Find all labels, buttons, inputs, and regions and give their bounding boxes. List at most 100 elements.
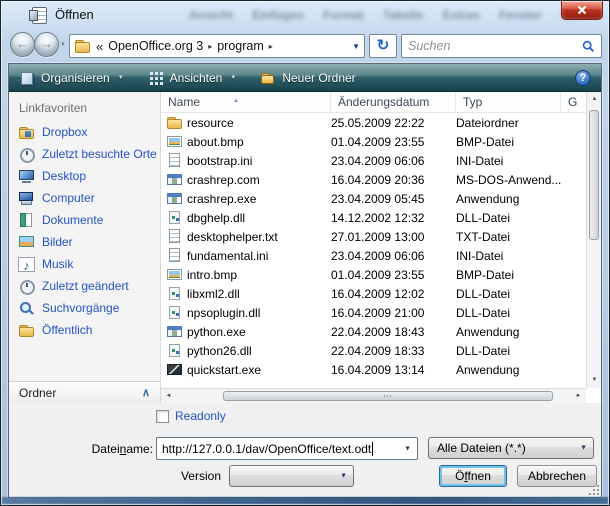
horizontal-scrollbar[interactable]: ◄ ► (161, 388, 586, 403)
file-name: resource (187, 116, 331, 130)
column-header-type[interactable]: Typ (456, 92, 561, 112)
file-date: 16.04.2009 20:36 (331, 173, 456, 187)
file-type: BMP-Datei (456, 135, 561, 149)
pictures-icon (18, 234, 35, 251)
file-date: 01.04.2009 23:55 (331, 135, 456, 149)
horizontal-scroll-thumb[interactable] (223, 391, 553, 401)
chevron-down-icon: ▼ (118, 75, 124, 81)
file-name: fundamental.ini (187, 249, 331, 263)
views-button[interactable]: Ansichten ▼ (148, 70, 237, 86)
sidebar-item-label: Dokumente (42, 213, 103, 227)
file-row[interactable]: dbghelp.dll 14.12.2002 12:32 DLL-Datei (161, 208, 586, 227)
breadcrumb-openoffice[interactable]: OpenOffice.org 3 (108, 39, 203, 53)
text-file-icon (166, 228, 183, 245)
image-file-icon (166, 133, 183, 150)
file-type: Anwendung (456, 363, 561, 377)
forward-button[interactable]: → (34, 32, 59, 57)
sidebar-item-label: Suchvorgänge (42, 301, 119, 315)
file-row[interactable]: crashrep.com 16.04.2009 20:36 MS-DOS-Anw… (161, 170, 586, 189)
column-header-name[interactable]: Name (161, 92, 331, 112)
file-type: INI-Datei (456, 249, 561, 263)
file-name: crashrep.com (187, 173, 331, 187)
sidebar-item-searches[interactable]: Suchvorgänge (9, 297, 160, 319)
file-row[interactable]: libxml2.dll 16.04.2009 12:02 DLL-Datei (161, 284, 586, 303)
sidebar-item-label: Öffentlich (42, 323, 92, 337)
file-row[interactable]: resource 25.05.2009 22:22 Dateiordner (161, 113, 586, 132)
scroll-left-icon[interactable]: ◄ (161, 389, 176, 403)
address-dropdown-icon[interactable]: ▼ (352, 42, 360, 51)
help-button[interactable]: ? (575, 70, 591, 86)
file-type: DLL-Datei (456, 211, 561, 225)
chevron-up-icon: ∧ (142, 386, 150, 399)
sort-ascending-icon: ▲ (233, 92, 239, 111)
vertical-scrollbar[interactable]: ▲ ▼ (586, 92, 601, 388)
image-file-icon (166, 266, 183, 283)
breadcrumb-overflow-icon[interactable]: « (96, 39, 103, 54)
folders-expander[interactable]: Ordner ∧ (9, 381, 160, 403)
version-dropdown[interactable]: ▼ (229, 465, 354, 487)
column-header-date[interactable]: Änderungsdatum (331, 92, 456, 112)
refresh-button[interactable]: ↻ (369, 34, 397, 58)
filename-label-part: ame: (126, 442, 153, 456)
open-button[interactable]: Öffnen (439, 465, 507, 487)
resize-grip[interactable] (588, 484, 599, 495)
file-row[interactable]: python26.dll 22.04.2009 18:33 DLL-Datei (161, 341, 586, 360)
file-date: 23.04.2009 06:06 (331, 249, 456, 263)
sidebar-item-desktop[interactable]: Desktop (9, 165, 160, 187)
file-row[interactable]: desktophelper.txt 27.01.2009 13:00 TXT-D… (161, 227, 586, 246)
recent-places-icon (18, 146, 35, 163)
organize-label: Organisieren (41, 71, 110, 85)
chevron-right-icon[interactable]: ▸ (208, 42, 212, 51)
file-type: DLL-Datei (456, 287, 561, 301)
scroll-down-icon[interactable]: ▼ (587, 373, 601, 388)
sidebar-item-label: Dropbox (42, 125, 87, 139)
sidebar-item-music[interactable]: ♪ Musik (9, 253, 160, 275)
file-row[interactable]: npsoplugin.dll 16.04.2009 21:00 DLL-Date… (161, 303, 586, 322)
file-row[interactable]: bootstrap.ini 23.04.2009 06:06 INI-Datei (161, 151, 586, 170)
file-date: 14.12.2002 12:32 (331, 211, 456, 225)
breadcrumb-program[interactable]: program (217, 39, 264, 53)
vertical-scroll-thumb[interactable] (589, 110, 599, 240)
scroll-right-icon[interactable]: ► (571, 389, 586, 403)
readonly-option[interactable]: Readonly (156, 409, 226, 423)
file-name: intro.bmp (187, 268, 331, 282)
organize-button[interactable]: Organisieren ▼ (19, 70, 124, 86)
chevron-right-icon[interactable]: ▸ (269, 42, 273, 51)
sidebar-item-recently-changed[interactable]: Zuletzt geändert (9, 275, 160, 297)
filetype-dropdown[interactable]: Alle Dateien (*.*) ▼ (428, 437, 594, 459)
readonly-checkbox[interactable] (156, 410, 169, 423)
new-folder-icon (260, 70, 276, 86)
file-list: ▲ Name Änderungsdatum Typ G resource 25.… (161, 92, 601, 403)
file-date: 25.05.2009 22:22 (331, 116, 456, 130)
new-folder-button[interactable]: Neuer Ordner (260, 70, 355, 86)
back-button[interactable]: ← (10, 32, 35, 57)
file-name: npsoplugin.dll (187, 306, 331, 320)
file-row[interactable]: about.bmp 01.04.2009 23:55 BMP-Datei (161, 132, 586, 151)
readonly-label: Readonly (175, 409, 226, 423)
file-row[interactable]: intro.bmp 01.04.2009 23:55 BMP-Datei (161, 265, 586, 284)
search-input[interactable] (408, 39, 582, 53)
address-bar[interactable]: « OpenOffice.org 3 ▸ program ▸ ▼ (69, 34, 365, 58)
file-row[interactable]: quickstart.exe 16.04.2009 13:14 Anwendun… (161, 360, 586, 379)
file-row[interactable]: crashrep.exe 23.04.2009 05:45 Anwendung (161, 189, 586, 208)
close-icon (577, 6, 588, 15)
document-icon (32, 7, 47, 24)
filename-combobox[interactable]: http://127.0.0.1/dav/OpenOffice/text.odt… (156, 437, 418, 460)
dropbox-folder-icon (18, 124, 35, 141)
sidebar-item-computer[interactable]: Computer (9, 187, 160, 209)
search-icon[interactable] (582, 40, 595, 53)
sidebar-item-dropbox[interactable]: Dropbox (9, 121, 160, 143)
cancel-button[interactable]: Abbrechen (517, 465, 597, 487)
chevron-down-icon[interactable]: ▼ (404, 445, 411, 452)
file-row[interactable]: fundamental.ini 23.04.2009 06:06 INI-Dat… (161, 246, 586, 265)
file-row[interactable]: python.exe 22.04.2009 18:43 Anwendung (161, 322, 586, 341)
file-date: 01.04.2009 23:55 (331, 268, 456, 282)
close-button[interactable] (561, 1, 603, 20)
recent-pages-dropdown[interactable]: ▼ (60, 42, 66, 48)
desktop-icon (18, 168, 35, 185)
sidebar-item-recent-places[interactable]: Zuletzt besuchte Orte (9, 143, 160, 165)
scroll-up-icon[interactable]: ▲ (587, 92, 601, 107)
sidebar-item-pictures[interactable]: Bilder (9, 231, 160, 253)
sidebar-item-documents[interactable]: Dokumente (9, 209, 160, 231)
sidebar-item-public[interactable]: Öffentlich (9, 319, 160, 341)
